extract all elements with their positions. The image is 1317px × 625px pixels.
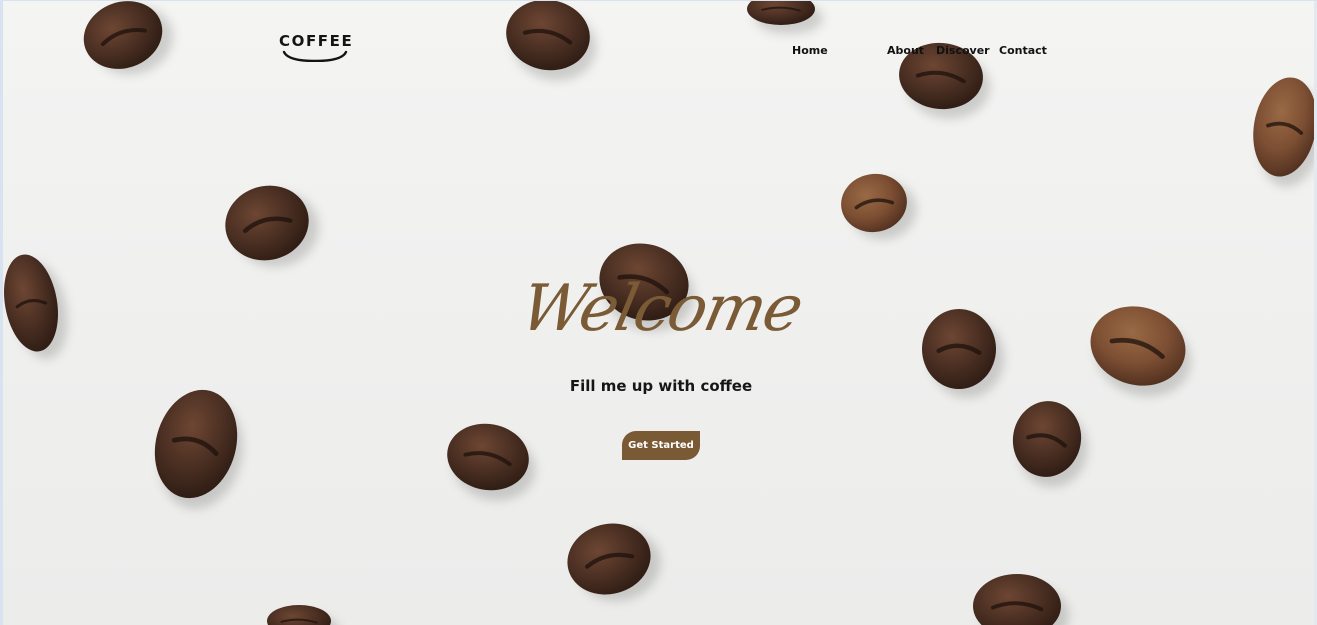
nav-link-home[interactable]: Home [792, 44, 828, 58]
hero-title: Welcome [514, 272, 808, 346]
coffee-bean [267, 605, 338, 625]
coffee-bean [841, 173, 917, 240]
nav-link-contact[interactable]: Contact [999, 44, 1047, 58]
coffee-bean [506, 1, 597, 81]
coffee-bean [973, 574, 1069, 625]
coffee-bean [1012, 401, 1088, 488]
coffee-bean [83, 1, 173, 75]
coffee-bean [447, 423, 536, 501]
coffee-bean [567, 523, 661, 602]
coffee-bean [154, 389, 243, 509]
nav-link-discover[interactable]: Discover [936, 44, 990, 58]
landing-page: COFFEE Home About Discover Contact Welco… [0, 0, 1317, 625]
logo-text: COFFEE [279, 32, 354, 50]
hero-subtitle: Fill me up with coffee [569, 377, 753, 395]
get-started-button[interactable]: Get Started [622, 431, 700, 460]
cup-icon [282, 50, 348, 62]
nav-link-about[interactable]: About [887, 44, 924, 58]
coffee-bean [225, 185, 319, 267]
coffee-bean [747, 1, 823, 34]
coffee-bean [4, 254, 68, 359]
coffee-bean [922, 309, 1004, 398]
coffee-bean [1253, 77, 1317, 187]
logo[interactable]: COFFEE [279, 31, 354, 63]
coffee-bean [1090, 306, 1191, 397]
